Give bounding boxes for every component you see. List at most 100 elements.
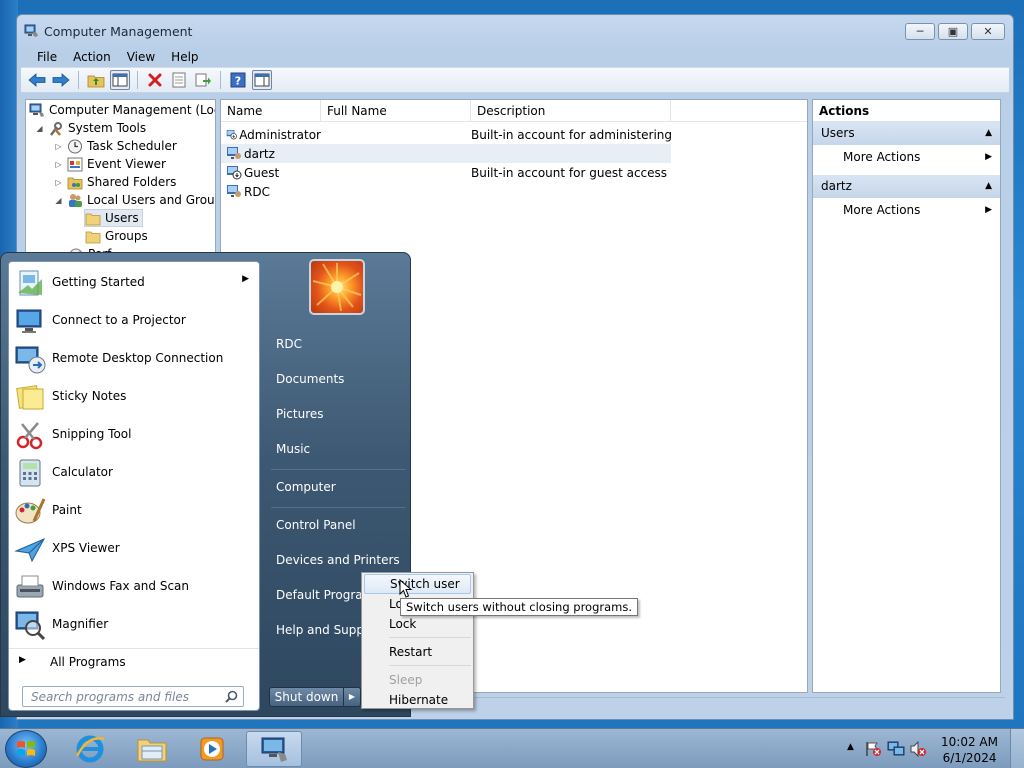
column-header-full-name[interactable]: Full Name: [321, 100, 471, 122]
collapsed-triangle-icon[interactable]: ▷: [54, 142, 63, 151]
more-actions-dartz[interactable]: More Actions ▶: [813, 198, 1000, 222]
show-desktop-button[interactable]: [1010, 729, 1024, 768]
tree-item-local-users-and-groups[interactable]: ◢ Local Users and Groups: [54, 191, 215, 209]
column-header-description[interactable]: Description: [471, 100, 671, 122]
expanded-triangle-icon[interactable]: ◢: [35, 124, 44, 133]
program-snipping-tool[interactable]: Snipping Tool: [9, 416, 259, 454]
user-icon: [227, 185, 241, 197]
properties-icon: [172, 72, 186, 88]
taskbar-windows-explorer[interactable]: [124, 731, 180, 767]
minimize-button[interactable]: ─: [905, 23, 935, 40]
tree-item-label: Computer Management (Local: [49, 103, 216, 117]
forward-button[interactable]: [51, 70, 71, 90]
menu-view[interactable]: View: [119, 50, 163, 64]
close-button[interactable]: ✕: [971, 23, 1005, 40]
clock-time: 10:02 AM: [941, 735, 998, 749]
taskbar-internet-explorer[interactable]: [62, 731, 118, 767]
volume-muted-icon[interactable]: [909, 741, 927, 757]
tree-item-users[interactable]: Users: [84, 209, 143, 227]
delete-button[interactable]: [145, 70, 165, 90]
collapse-up-icon[interactable]: ▲: [985, 122, 992, 145]
program-label: Windows Fax and Scan: [52, 579, 190, 593]
actions-section-dartz[interactable]: dartz ▲: [813, 175, 1000, 198]
more-actions-users[interactable]: More Actions ▶: [813, 145, 1000, 169]
tree-item-groups[interactable]: Groups: [85, 227, 148, 245]
svg-text:?: ?: [235, 75, 241, 88]
help-button[interactable]: ?: [228, 70, 248, 90]
taskbar-computer-management[interactable]: [246, 731, 302, 767]
show-hidden-icons-icon[interactable]: ▲: [847, 742, 854, 752]
user-name: Administrator: [239, 127, 321, 142]
delete-icon: [148, 73, 162, 87]
minimize-icon: ─: [916, 25, 924, 38]
back-button[interactable]: [27, 70, 47, 90]
computer-management-icon: [29, 103, 44, 117]
show-hide-console-tree-button[interactable]: [110, 70, 130, 90]
search-programs-input[interactable]: Search programs and files: [22, 686, 244, 707]
collapsed-triangle-icon[interactable]: ▷: [54, 178, 63, 187]
start-item-pictures[interactable]: Pictures: [276, 407, 324, 421]
tree-item-event-viewer[interactable]: ▷ Event Viewer: [54, 155, 166, 173]
tree-item-shared-folders[interactable]: ▷ Shared Folders: [54, 173, 176, 191]
actions-section-users[interactable]: Users ▲: [813, 122, 1000, 145]
start-item-computer[interactable]: Computer: [276, 480, 336, 494]
tree-item-computer-management[interactable]: Computer Management (Local: [29, 101, 216, 119]
export-list-button[interactable]: [193, 70, 213, 90]
menu-item-switch-user[interactable]: Switch user: [364, 574, 471, 594]
program-windows-fax-and-scan[interactable]: Windows Fax and Scan: [9, 568, 259, 606]
menu-item-lock[interactable]: Lock: [364, 614, 471, 634]
user-row-guest[interactable]: Guest Built-in account for guest access …: [221, 163, 671, 182]
user-name: dartz: [244, 146, 275, 161]
taskbar-windows-media-player[interactable]: [184, 731, 240, 767]
program-connect-to-projector[interactable]: Connect to a Projector: [9, 302, 259, 340]
start-item-rdc[interactable]: RDC: [276, 337, 302, 351]
program-getting-started[interactable]: Getting Started ▶: [9, 264, 259, 302]
start-button[interactable]: [5, 730, 47, 768]
show-hide-action-pane-button[interactable]: [252, 70, 272, 90]
action-center-flag-icon[interactable]: [865, 741, 882, 757]
program-magnifier[interactable]: Magnifier: [9, 606, 259, 644]
action-pane-icon: [254, 73, 270, 87]
title-bar[interactable]: Computer Management ─ ▣ ✕: [17, 15, 1013, 47]
start-item-music[interactable]: Music: [276, 442, 310, 456]
user-name: Guest: [244, 165, 280, 180]
user-disabled-icon: [226, 129, 237, 140]
menu-item-restart[interactable]: Restart: [364, 642, 471, 662]
menu-file[interactable]: File: [29, 50, 65, 64]
user-row-dartz[interactable]: dartz: [221, 144, 671, 163]
all-programs-button[interactable]: ▶ All Programs: [9, 648, 259, 674]
up-one-level-button[interactable]: [86, 70, 106, 90]
maximize-button[interactable]: ▣: [938, 23, 968, 40]
user-row-administrator[interactable]: Administrator Built-in account for admin…: [221, 125, 671, 144]
program-sticky-notes[interactable]: Sticky Notes: [9, 378, 259, 416]
menu-item-hibernate[interactable]: Hibernate: [364, 690, 471, 710]
system-clock[interactable]: 10:02 AM 6/1/2024: [941, 734, 998, 766]
tree-item-label: Event Viewer: [87, 157, 166, 171]
shut-down-button[interactable]: Shut down: [270, 688, 344, 706]
user-account-picture[interactable]: [309, 259, 365, 315]
sticky-notes-icon: [16, 385, 44, 410]
user-row-rdc[interactable]: RDC: [221, 182, 671, 201]
program-paint[interactable]: Paint: [9, 492, 259, 530]
menu-action[interactable]: Action: [65, 50, 119, 64]
tree-item-task-scheduler[interactable]: ▷ Task Scheduler: [54, 137, 177, 155]
start-item-devices-and-printers[interactable]: Devices and Printers: [276, 553, 400, 567]
shut-down-options-arrow-icon[interactable]: ▶: [344, 688, 360, 706]
properties-button[interactable]: [169, 70, 189, 90]
program-xps-viewer[interactable]: XPS Viewer: [9, 530, 259, 568]
collapse-up-icon[interactable]: ▲: [985, 175, 992, 198]
tree-item-system-tools[interactable]: ◢ System Tools: [35, 119, 146, 137]
expanded-triangle-icon[interactable]: ◢: [54, 196, 63, 205]
collapsed-triangle-icon[interactable]: ▷: [54, 160, 63, 169]
tree-item-label: Groups: [105, 229, 148, 243]
getting-started-icon: [18, 270, 42, 296]
clock-icon: [68, 139, 82, 153]
start-item-control-panel[interactable]: Control Panel: [276, 518, 356, 532]
network-icon[interactable]: [887, 741, 905, 757]
column-header-name[interactable]: Name: [221, 100, 321, 122]
user-name: RDC: [244, 184, 270, 199]
program-remote-desktop-connection[interactable]: Remote Desktop Connection: [9, 340, 259, 378]
program-calculator[interactable]: Calculator: [9, 454, 259, 492]
start-item-documents[interactable]: Documents: [276, 372, 344, 386]
menu-help[interactable]: Help: [163, 50, 206, 64]
